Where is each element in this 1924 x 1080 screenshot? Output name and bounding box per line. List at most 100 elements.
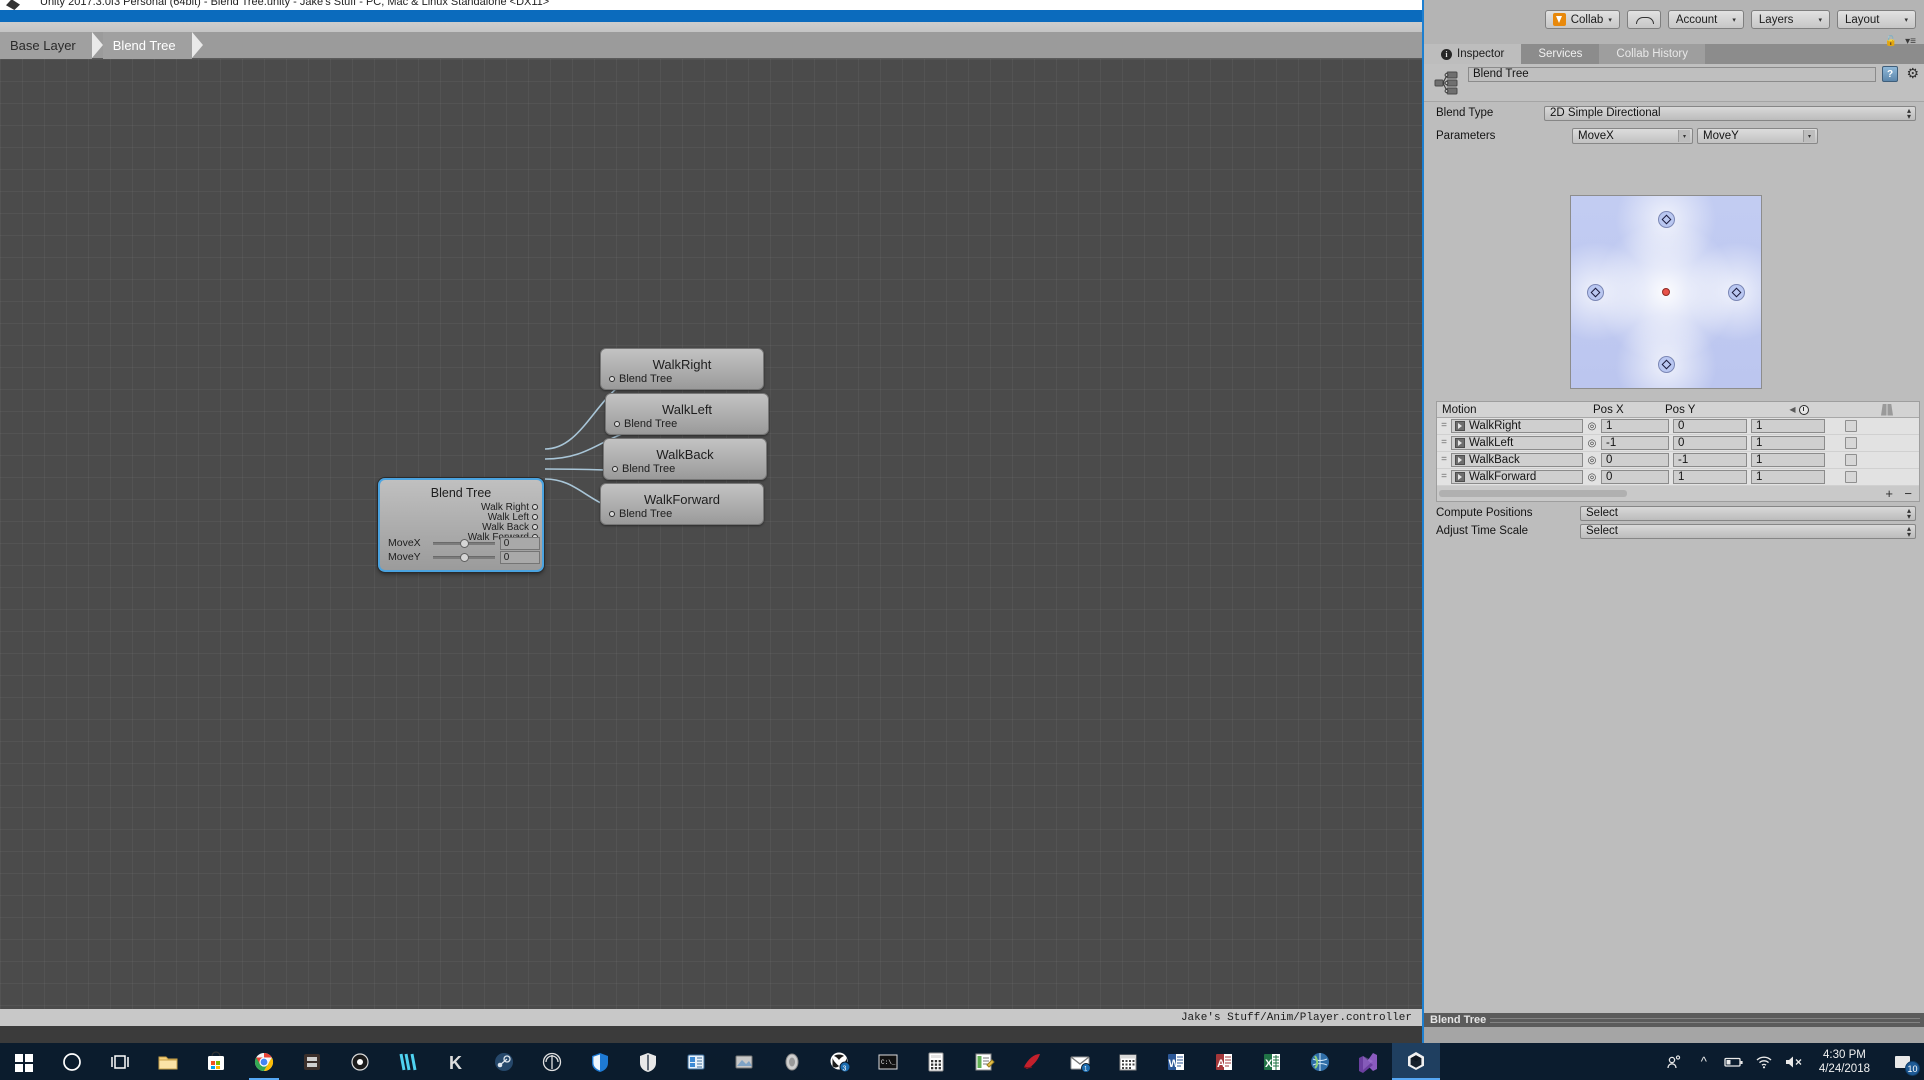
- time-scale-field[interactable]: 1: [1751, 436, 1825, 450]
- notepad-button[interactable]: [960, 1043, 1008, 1080]
- speaker-button[interactable]: [768, 1043, 816, 1080]
- krita-button[interactable]: K: [432, 1043, 480, 1080]
- motion-field[interactable]: WalkForward: [1451, 470, 1583, 484]
- port-dot-icon[interactable]: [532, 514, 538, 520]
- blend-cursor-icon[interactable]: [1662, 288, 1670, 296]
- steelseries-button[interactable]: [336, 1043, 384, 1080]
- mirror-checkbox[interactable]: [1845, 471, 1857, 483]
- node-input-port[interactable]: Blend Tree: [612, 463, 675, 475]
- object-picker-icon[interactable]: ◎: [1583, 438, 1601, 449]
- blend-point-walk-forward[interactable]: [1657, 210, 1675, 228]
- slider-knob-icon[interactable]: [459, 539, 469, 548]
- cloud-button[interactable]: [1626, 10, 1661, 29]
- drag-handle-icon[interactable]: =: [1437, 421, 1451, 431]
- notification-center-button[interactable]: 10: [1880, 1043, 1924, 1080]
- node-walk-back[interactable]: WalkBack Blend Tree: [603, 438, 767, 480]
- calculator-button[interactable]: [912, 1043, 960, 1080]
- blend-point-walk-back[interactable]: [1657, 356, 1675, 374]
- excel-button[interactable]: X: [1248, 1043, 1296, 1080]
- node-input-port[interactable]: Blend Tree: [609, 373, 672, 385]
- steam-button[interactable]: [480, 1043, 528, 1080]
- adjust-time-scale-dropdown[interactable]: Select ▴ ▾: [1580, 523, 1916, 539]
- node-input-port[interactable]: Blend Tree: [614, 418, 677, 430]
- account-button[interactable]: Account ▾: [1667, 10, 1744, 29]
- collab-button[interactable]: Collab ▾: [1544, 10, 1620, 29]
- drag-handle-icon[interactable]: =: [1437, 472, 1451, 482]
- clock[interactable]: 4:30 PM 4/24/2018: [1809, 1048, 1880, 1076]
- app-dark-button[interactable]: [288, 1043, 336, 1080]
- motion-field[interactable]: WalkRight: [1451, 419, 1583, 433]
- port-dot-icon[interactable]: [532, 524, 538, 530]
- node-input-port[interactable]: Blend Tree: [609, 508, 672, 520]
- output-port-walk-left[interactable]: Walk Left: [468, 512, 538, 523]
- node-walk-forward[interactable]: WalkForward Blend Tree: [600, 483, 764, 525]
- pos-x-field[interactable]: 1: [1601, 419, 1669, 433]
- drag-handle-icon[interactable]: =: [1437, 438, 1451, 448]
- table-row[interactable]: = WalkRight ◎ 1 0 1: [1437, 418, 1919, 435]
- battery-icon[interactable]: [1719, 1043, 1749, 1080]
- slider-track-movey[interactable]: [432, 550, 495, 564]
- people-icon[interactable]: [1659, 1043, 1689, 1080]
- asset-name-field[interactable]: Blend Tree: [1468, 67, 1876, 82]
- app-photo-button[interactable]: [720, 1043, 768, 1080]
- unity-button[interactable]: [1392, 1043, 1440, 1080]
- tab-collab-history[interactable]: Collab History: [1599, 44, 1705, 64]
- cortana-button[interactable]: [48, 1043, 96, 1080]
- slider-track-movex[interactable]: [432, 536, 495, 550]
- tab-services[interactable]: Services: [1521, 44, 1599, 64]
- node-blend-tree-root[interactable]: Blend Tree Walk Right Walk Left Walk Bac…: [378, 478, 544, 572]
- pos-y-field[interactable]: 1: [1673, 470, 1747, 484]
- port-dot-icon[interactable]: [612, 466, 618, 472]
- time-scale-field[interactable]: 1: [1751, 470, 1825, 484]
- mirror-checkbox[interactable]: [1845, 420, 1857, 432]
- access-button[interactable]: A: [1200, 1043, 1248, 1080]
- breadcrumb-item-base-layer[interactable]: Base Layer: [0, 31, 103, 59]
- panel-menu-icon[interactable]: ▾≡: [1905, 36, 1916, 47]
- word-button[interactable]: W: [1152, 1043, 1200, 1080]
- object-picker-icon[interactable]: ◎: [1583, 455, 1601, 466]
- node-walk-right[interactable]: WalkRight Blend Tree: [600, 348, 764, 390]
- lock-icon[interactable]: 🔓: [1885, 36, 1897, 47]
- globe-button[interactable]: [1296, 1043, 1344, 1080]
- slider-knob-icon[interactable]: [459, 553, 469, 562]
- port-dot-icon[interactable]: [609, 511, 615, 517]
- table-row[interactable]: = WalkLeft ◎ -1 0 1: [1437, 435, 1919, 452]
- pos-x-field[interactable]: 0: [1601, 453, 1669, 467]
- remove-motion-button[interactable]: −: [1904, 486, 1912, 501]
- horizontal-scrollbar[interactable]: [1439, 490, 1627, 497]
- slider-value-movex[interactable]: 0: [499, 536, 540, 550]
- pos-y-field[interactable]: 0: [1673, 436, 1747, 450]
- blend-point-walk-right[interactable]: [1727, 283, 1745, 301]
- animator-graph-canvas[interactable]: Blend Tree Walk Right Walk Left Walk Bac…: [0, 59, 1422, 1026]
- pos-x-field[interactable]: -1: [1601, 436, 1669, 450]
- drag-handle-icon[interactable]: =: [1437, 455, 1451, 465]
- layout-button[interactable]: Layout ▾: [1836, 10, 1916, 29]
- table-row[interactable]: = WalkBack ◎ 0 -1 1: [1437, 452, 1919, 469]
- add-motion-button[interactable]: +: [1885, 486, 1893, 501]
- volume-muted-icon[interactable]: [1779, 1043, 1809, 1080]
- pos-y-field[interactable]: 0: [1673, 419, 1747, 433]
- output-port-walk-back[interactable]: Walk Back: [468, 522, 538, 533]
- object-picker-icon[interactable]: ◎: [1583, 421, 1601, 432]
- object-picker-icon[interactable]: ◎: [1583, 472, 1601, 483]
- port-dot-icon[interactable]: [614, 421, 620, 427]
- layers-button[interactable]: Layers ▾: [1750, 10, 1830, 29]
- param-x-dropdown[interactable]: MoveX ▾: [1572, 128, 1693, 144]
- microsoft-store-button[interactable]: [192, 1043, 240, 1080]
- table-row[interactable]: = WalkForward ◎ 0 1 1: [1437, 469, 1919, 486]
- param-y-dropdown[interactable]: MoveY ▾: [1697, 128, 1818, 144]
- app-circle-button[interactable]: [528, 1043, 576, 1080]
- file-explorer-button[interactable]: [144, 1043, 192, 1080]
- motion-field[interactable]: WalkLeft: [1451, 436, 1583, 450]
- wifi-icon[interactable]: [1749, 1043, 1779, 1080]
- tab-inspector[interactable]: i Inspector: [1424, 44, 1522, 64]
- help-icon[interactable]: ?: [1882, 66, 1898, 82]
- mirror-checkbox[interactable]: [1845, 454, 1857, 466]
- compute-positions-dropdown[interactable]: Select ▴ ▾: [1580, 505, 1916, 521]
- calendar-button[interactable]: [1104, 1043, 1152, 1080]
- blend-space-preview[interactable]: [1570, 195, 1762, 389]
- motion-field[interactable]: WalkBack: [1451, 453, 1583, 467]
- gear-icon[interactable]: ⚙: [1906, 65, 1919, 82]
- visual-studio-button[interactable]: [1344, 1043, 1392, 1080]
- task-view-button[interactable]: [96, 1043, 144, 1080]
